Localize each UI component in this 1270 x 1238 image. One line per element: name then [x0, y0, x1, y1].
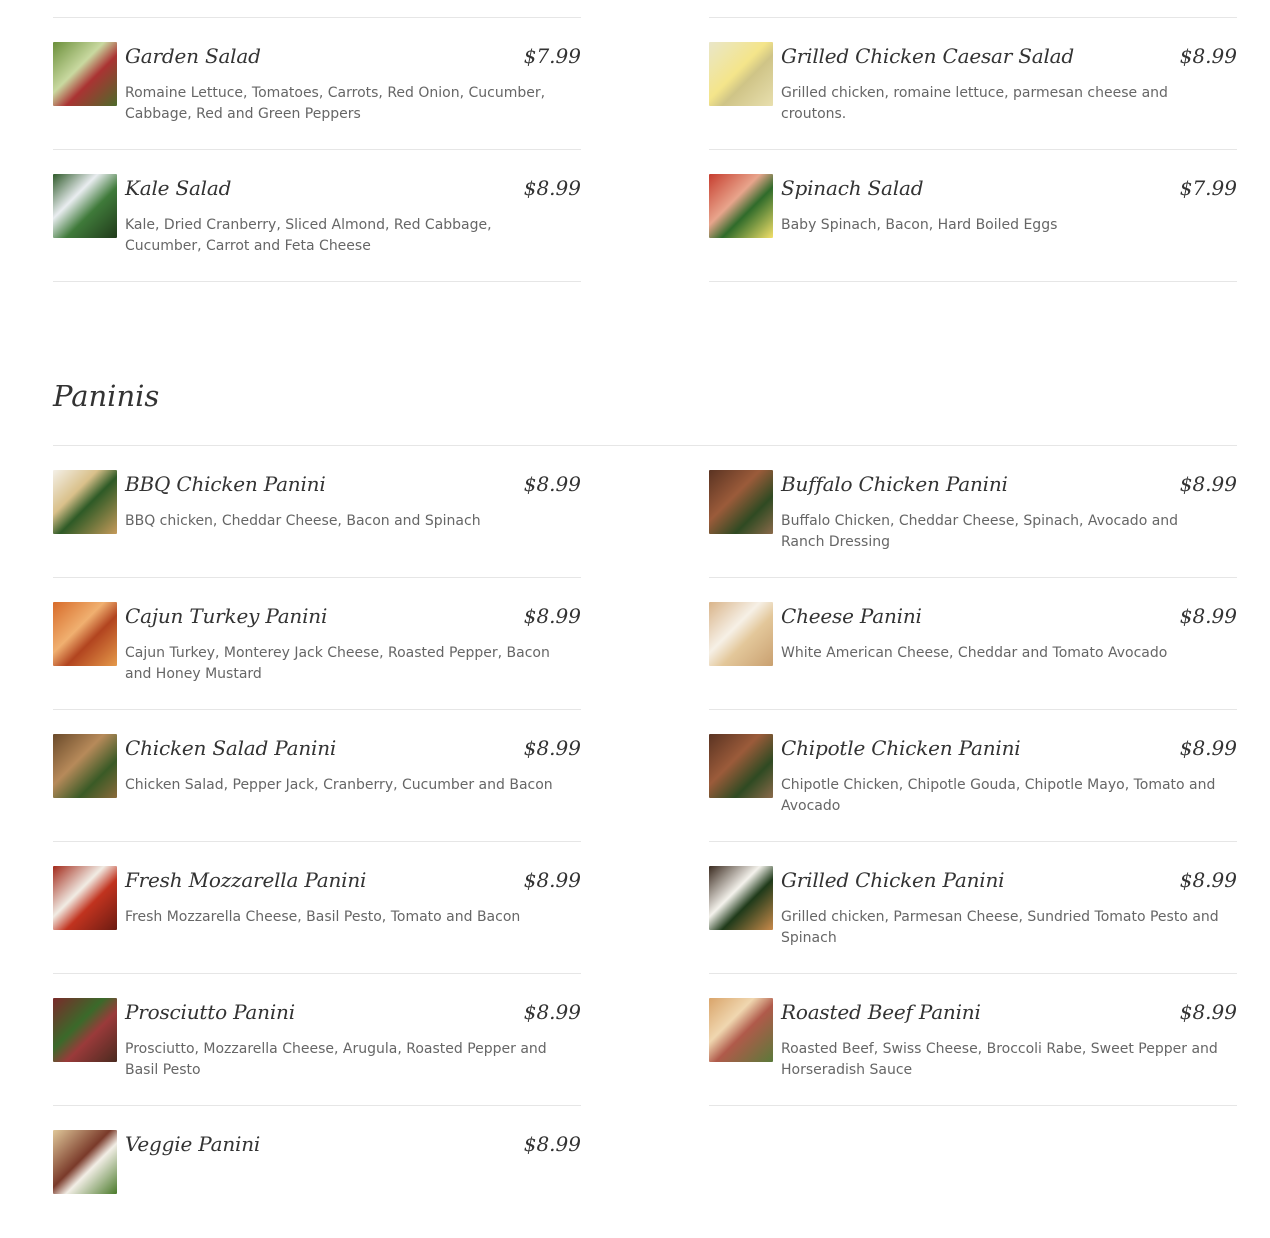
food-photo — [53, 1130, 117, 1194]
item-price: $8.99 — [523, 1000, 581, 1024]
item-price: $8.99 — [523, 176, 581, 200]
menu-item[interactable]: Cheese Panini $8.99 White American Chees… — [709, 578, 1237, 710]
item-name: Chicken Salad Panini — [125, 736, 337, 760]
menu-item[interactable]: Grilled Chicken Caesar Salad $8.99 Grill… — [709, 18, 1237, 150]
item-description: Chipotle Chicken, Chipotle Gouda, Chipot… — [781, 777, 1216, 814]
item-description: Kale, Dried Cranberry, Sliced Almond, Re… — [125, 217, 492, 254]
food-photo — [709, 602, 773, 666]
item-name: BBQ Chicken Panini — [125, 472, 326, 496]
item-name: Cajun Turkey Panini — [125, 604, 328, 628]
food-photo — [53, 998, 117, 1062]
menu-item[interactable]: Grilled Chicken Panini $8.99 Grilled chi… — [709, 842, 1237, 974]
item-price: $8.99 — [1179, 1000, 1237, 1024]
divider — [53, 281, 581, 282]
item-name: Buffalo Chicken Panini — [781, 472, 1008, 496]
menu-item[interactable]: Buffalo Chicken Panini $8.99 Buffalo Chi… — [709, 446, 1237, 578]
food-photo — [53, 866, 117, 930]
item-description: Grilled chicken, Parmesan Cheese, Sundri… — [781, 909, 1219, 946]
item-description: BBQ chicken, Cheddar Cheese, Bacon and S… — [125, 513, 481, 529]
food-photo — [709, 998, 773, 1062]
menu-item[interactable]: Chicken Salad Panini $8.99 Chicken Salad… — [53, 710, 581, 842]
menu-item[interactable]: BBQ Chicken Panini $8.99 BBQ chicken, Ch… — [53, 446, 581, 578]
item-description: Cajun Turkey, Monterey Jack Cheese, Roas… — [125, 645, 550, 682]
item-price: $7.99 — [523, 44, 581, 68]
item-description: Romaine Lettuce, Tomatoes, Carrots, Red … — [125, 85, 546, 122]
item-description: Grilled chicken, romaine lettuce, parmes… — [781, 85, 1168, 122]
item-name: Veggie Panini — [125, 1132, 261, 1156]
item-name: Garden Salad — [125, 44, 261, 68]
item-price: $8.99 — [1179, 44, 1237, 68]
item-price: $8.99 — [523, 868, 581, 892]
item-description: Baby Spinach, Bacon, Hard Boiled Eggs — [781, 217, 1058, 233]
item-name: Chipotle Chicken Panini — [781, 736, 1021, 760]
menu-item[interactable]: Fresh Mozzarella Panini $8.99 Fresh Mozz… — [53, 842, 581, 974]
item-name: Kale Salad — [125, 176, 232, 200]
section-title: Paninis — [53, 379, 160, 413]
item-price: $8.99 — [1179, 868, 1237, 892]
divider — [709, 1105, 1237, 1106]
item-name: Grilled Chicken Panini — [781, 868, 1005, 892]
item-price: $8.99 — [1179, 472, 1237, 496]
item-price: $7.99 — [1179, 176, 1237, 200]
food-photo — [53, 174, 117, 238]
item-price: $8.99 — [523, 472, 581, 496]
item-description: Fresh Mozzarella Cheese, Basil Pesto, To… — [125, 909, 521, 925]
item-name: Roasted Beef Panini — [781, 1000, 981, 1024]
food-photo — [53, 42, 117, 106]
menu-item[interactable]: Chipotle Chicken Panini $8.99 Chipotle C… — [709, 710, 1237, 842]
food-photo — [709, 470, 773, 534]
item-description: Prosciutto, Mozzarella Cheese, Arugula, … — [125, 1041, 547, 1078]
menu-item[interactable]: Prosciutto Panini $8.99 Prosciutto, Mozz… — [53, 974, 581, 1106]
item-name: Cheese Panini — [781, 604, 922, 628]
item-name: Spinach Salad — [781, 176, 924, 200]
divider — [709, 281, 1237, 282]
menu-item[interactable]: Garden Salad $7.99 Romaine Lettuce, Toma… — [53, 18, 581, 150]
item-price: $8.99 — [1179, 736, 1237, 760]
food-photo — [709, 734, 773, 798]
food-photo — [709, 42, 773, 106]
item-name: Fresh Mozzarella Panini — [125, 868, 367, 892]
menu-item[interactable]: Cajun Turkey Panini $8.99 Cajun Turkey, … — [53, 578, 581, 710]
food-photo — [53, 734, 117, 798]
menu-item[interactable]: Spinach Salad $7.99 Baby Spinach, Bacon,… — [709, 150, 1237, 282]
food-photo — [709, 174, 773, 238]
item-price: $8.99 — [1179, 604, 1237, 628]
item-name: Grilled Chicken Caesar Salad — [781, 44, 1075, 68]
food-photo — [709, 866, 773, 930]
food-photo — [53, 470, 117, 534]
item-price: $8.99 — [523, 604, 581, 628]
menu-item[interactable]: Veggie Panini $8.99 — [53, 1106, 581, 1238]
item-description: White American Cheese, Cheddar and Tomat… — [781, 645, 1168, 661]
item-price: $8.99 — [523, 736, 581, 760]
menu-item[interactable]: Kale Salad $8.99 Kale, Dried Cranberry, … — [53, 150, 581, 282]
food-photo — [53, 602, 117, 666]
item-description: Chicken Salad, Pepper Jack, Cranberry, C… — [125, 777, 553, 793]
item-description: Buffalo Chicken, Cheddar Cheese, Spinach… — [781, 513, 1179, 550]
item-name: Prosciutto Panini — [125, 1000, 295, 1024]
item-description: Roasted Beef, Swiss Cheese, Broccoli Rab… — [781, 1041, 1218, 1078]
item-price: $8.99 — [523, 1132, 581, 1156]
menu-item[interactable]: Roasted Beef Panini $8.99 Roasted Beef, … — [709, 974, 1237, 1106]
